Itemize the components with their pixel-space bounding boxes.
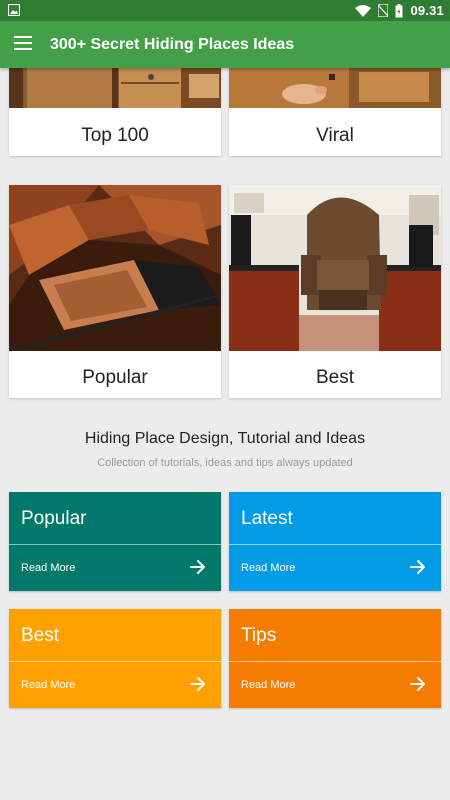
arrow-right-icon[interactable] [409, 675, 427, 693]
card-label: Top 100 [81, 125, 149, 146]
tile-divider [229, 544, 441, 545]
arrow-right-icon[interactable] [189, 558, 207, 576]
arrow-right-icon[interactable] [409, 558, 427, 576]
card-label: Best [315, 367, 355, 388]
card-image-drawer [9, 68, 221, 108]
card-label: Viral [316, 125, 354, 146]
hamburger-menu-icon[interactable] [14, 36, 32, 50]
card-label: Popular [82, 367, 148, 388]
card-top-100[interactable]: Top 100 [9, 68, 221, 156]
card-image-stair-compartment [9, 185, 221, 351]
clock: 09.31 [410, 3, 444, 18]
no-sim-icon [378, 4, 389, 17]
tile-tips[interactable]: Tips Read More [229, 609, 441, 708]
tile-title: Latest [241, 508, 293, 529]
card-best[interactable]: Best [229, 185, 441, 398]
tile-best[interactable]: Best Read More [9, 609, 221, 708]
image-icon [8, 4, 20, 16]
tile-divider [9, 661, 221, 662]
section-title: Hiding Place Design, Tutorial and Ideas [84, 430, 366, 447]
tile-title: Best [21, 625, 60, 646]
card-viral[interactable]: Viral [229, 68, 441, 156]
card-image-recliner-desk [229, 185, 441, 351]
read-more-link[interactable]: Read More [21, 562, 75, 574]
battery-icon [395, 3, 403, 17]
tile-divider [9, 544, 221, 545]
wifi-icon [355, 4, 372, 17]
read-more-link[interactable]: Read More [241, 562, 295, 574]
tile-popular[interactable]: Popular Read More [9, 492, 221, 591]
tile-latest[interactable]: Latest Read More [229, 492, 441, 591]
tile-title: Tips [241, 625, 277, 646]
section-subtitle: Collection of tutorials, ideas and tips … [97, 457, 353, 469]
app-title: 300+ Secret Hiding Places Ideas [50, 36, 295, 53]
status-bar: 09.31 [0, 0, 450, 21]
read-more-link[interactable]: Read More [241, 679, 295, 691]
arrow-right-icon[interactable] [189, 675, 207, 693]
tile-title: Popular [21, 508, 87, 529]
card-popular[interactable]: Popular [9, 185, 221, 398]
app-bar: 300+ Secret Hiding Places Ideas [0, 21, 450, 68]
read-more-link[interactable]: Read More [21, 679, 75, 691]
card-image-hand [229, 68, 441, 108]
tile-divider [229, 661, 441, 662]
